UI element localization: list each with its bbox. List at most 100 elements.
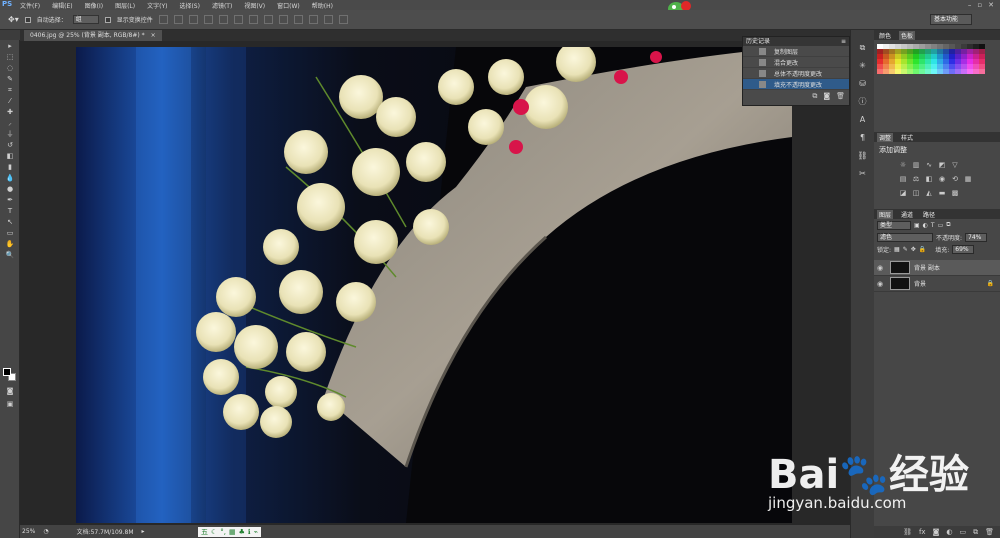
marquee-tool-icon[interactable]: ⬚ <box>3 52 17 62</box>
align-right-icon[interactable] <box>233 15 243 24</box>
filter-adjust-icon[interactable]: ◐ <box>923 222 928 229</box>
doc-size[interactable]: 文档:57.7M/109.8M <box>77 527 134 536</box>
new-snapshot-icon[interactable]: ◙ <box>823 92 830 100</box>
menu-help[interactable]: 帮助(H) <box>306 1 339 10</box>
selective-color-icon[interactable]: ▩ <box>951 189 959 197</box>
invert-icon[interactable]: ◪ <box>899 189 907 197</box>
quick-select-tool-icon[interactable]: ✎ <box>3 74 17 84</box>
distribute-bottom-icon[interactable] <box>278 15 288 24</box>
tab-layers[interactable]: 图层 <box>877 209 894 219</box>
quick-mask-icon[interactable]: ◙ <box>3 386 17 396</box>
new-adjustment-icon[interactable]: ◐ <box>946 528 952 536</box>
color-lookup-icon[interactable]: ▦ <box>964 175 972 183</box>
tab-channels[interactable]: 通道 <box>899 210 915 219</box>
auto-select-checkbox[interactable] <box>24 16 31 23</box>
fill-input[interactable]: 69% <box>952 244 975 254</box>
lock-position-icon[interactable]: ✥ <box>911 246 916 253</box>
tab-swatches[interactable]: 色板 <box>899 30 916 40</box>
brush-tool-icon[interactable]: ⸝ <box>3 118 17 128</box>
menu-file[interactable]: 文件(F) <box>14 1 46 10</box>
distribute-right-icon[interactable] <box>323 15 333 24</box>
menu-type[interactable]: 文字(Y) <box>141 1 173 10</box>
history-item[interactable]: 总体不透明度更改 <box>743 68 849 79</box>
info-panel-icon[interactable]: ⓘ <box>856 96 870 108</box>
align-top-icon[interactable] <box>158 15 168 24</box>
close-tab-icon[interactable]: × <box>151 32 156 39</box>
path-select-tool-icon[interactable]: ↖ <box>3 217 17 227</box>
layer-name[interactable]: 背景 副本 <box>914 263 940 272</box>
panel-menu-icon[interactable]: ≡ <box>841 37 849 46</box>
eyedropper-tool-icon[interactable]: ⁄ <box>3 96 17 106</box>
lasso-tool-icon[interactable]: ◌ <box>3 63 17 73</box>
history-item[interactable]: 混合更改 <box>743 57 849 68</box>
color-swatch[interactable] <box>979 69 985 74</box>
auto-select-dropdown[interactable]: 组 <box>72 15 99 24</box>
exposure-icon[interactable]: ◩ <box>938 161 946 169</box>
gradient-map-icon[interactable]: ▬ <box>938 189 946 197</box>
ime-mode[interactable]: 五 <box>201 527 208 537</box>
ime-info-icon[interactable]: ℹ <box>248 527 251 537</box>
gradient-tool-icon[interactable]: ▮ <box>3 162 17 172</box>
delete-state-icon[interactable]: 🗑 <box>836 92 845 100</box>
actions-panel-icon[interactable]: ⛓ <box>856 150 870 162</box>
lock-transparent-icon[interactable]: ▦ <box>894 246 900 253</box>
history-item[interactable]: 复制图层 <box>743 46 849 57</box>
history-brush-tool-icon[interactable]: ↺ <box>3 140 17 150</box>
doc-info-icon[interactable]: ◔ <box>43 528 48 535</box>
move-tool-icon[interactable]: ✥▾ <box>8 15 19 24</box>
distribute-left-icon[interactable] <box>293 15 303 24</box>
color-balance-icon[interactable]: ⚖ <box>912 175 920 183</box>
foreground-color-swatch[interactable] <box>3 368 11 376</box>
document-tab[interactable]: 0406.jpg @ 25% (背景 副本, RGB/8#) * × <box>24 30 162 41</box>
crop-tool-icon[interactable]: ⌗ <box>3 85 17 95</box>
align-bottom-icon[interactable] <box>188 15 198 24</box>
minimize-button[interactable]: – <box>968 1 972 9</box>
shape-tool-icon[interactable]: ▭ <box>3 228 17 238</box>
new-document-from-state-icon[interactable]: ⧉ <box>812 92 817 101</box>
menu-view[interactable]: 视图(V) <box>238 1 271 10</box>
vibrance-icon[interactable]: ▽ <box>951 161 959 169</box>
history-item-active[interactable]: 填充不透明度更改 <box>743 79 849 90</box>
menu-window[interactable]: 窗口(W) <box>271 1 306 10</box>
lock-pixels-icon[interactable]: ✎ <box>903 246 908 253</box>
layer-name[interactable]: 背景 <box>914 279 926 288</box>
lock-all-icon[interactable]: 🔒 <box>919 246 926 253</box>
delete-layer-icon[interactable]: 🗑 <box>985 528 994 536</box>
menu-edit[interactable]: 编辑(E) <box>46 1 78 10</box>
ime-punct-icon[interactable]: °, <box>220 527 226 537</box>
blur-tool-icon[interactable]: 💧 <box>3 173 17 183</box>
blend-mode-dropdown[interactable]: 滤色 <box>877 232 933 242</box>
black-white-icon[interactable]: ◧ <box>925 175 933 183</box>
layer-style-icon[interactable]: fx <box>919 528 926 536</box>
visibility-eye-icon[interactable]: ◉ <box>877 280 886 288</box>
character-panel-icon[interactable]: A <box>856 114 870 126</box>
align-middle-icon[interactable] <box>173 15 183 24</box>
brightness-icon[interactable]: ☼ <box>899 161 907 169</box>
ime-skin-icon[interactable]: ♣ <box>239 527 245 537</box>
status-menu-arrow-icon[interactable]: ▸ <box>142 528 145 535</box>
new-group-icon[interactable]: ▭ <box>959 528 966 536</box>
workspace-switcher[interactable]: 基本功能 <box>930 14 972 25</box>
eraser-tool-icon[interactable]: ◧ <box>3 151 17 161</box>
distribute-center-icon[interactable] <box>308 15 318 24</box>
tab-paths[interactable]: 路径 <box>921 210 937 219</box>
menu-layer[interactable]: 图层(L) <box>109 1 141 10</box>
brush-panel-icon[interactable]: ✳ <box>856 60 870 72</box>
history-tab[interactable]: 历史记录 <box>746 37 770 46</box>
menu-image[interactable]: 图像(I) <box>79 1 109 10</box>
levels-icon[interactable]: ▥ <box>912 161 920 169</box>
photo-filter-icon[interactable]: ◉ <box>938 175 946 183</box>
tab-styles[interactable]: 样式 <box>899 133 915 142</box>
zoom-tool-icon[interactable]: 🔍 <box>3 250 17 260</box>
align-left-icon[interactable] <box>203 15 213 24</box>
filter-smart-icon[interactable]: ⧉ <box>946 221 950 229</box>
type-tool-icon[interactable]: T <box>3 206 17 216</box>
clone-source-icon[interactable]: ⛁ <box>856 78 870 90</box>
posterize-icon[interactable]: ◫ <box>912 189 920 197</box>
tab-color[interactable]: 颜色 <box>877 31 893 40</box>
healing-brush-tool-icon[interactable]: ✚ <box>3 107 17 117</box>
maximize-button[interactable]: ▫ <box>977 1 982 9</box>
menu-filter[interactable]: 滤镜(T) <box>206 1 238 10</box>
tool-presets-icon[interactable]: ✂ <box>856 168 870 180</box>
filter-type-icon[interactable]: T <box>931 222 935 229</box>
